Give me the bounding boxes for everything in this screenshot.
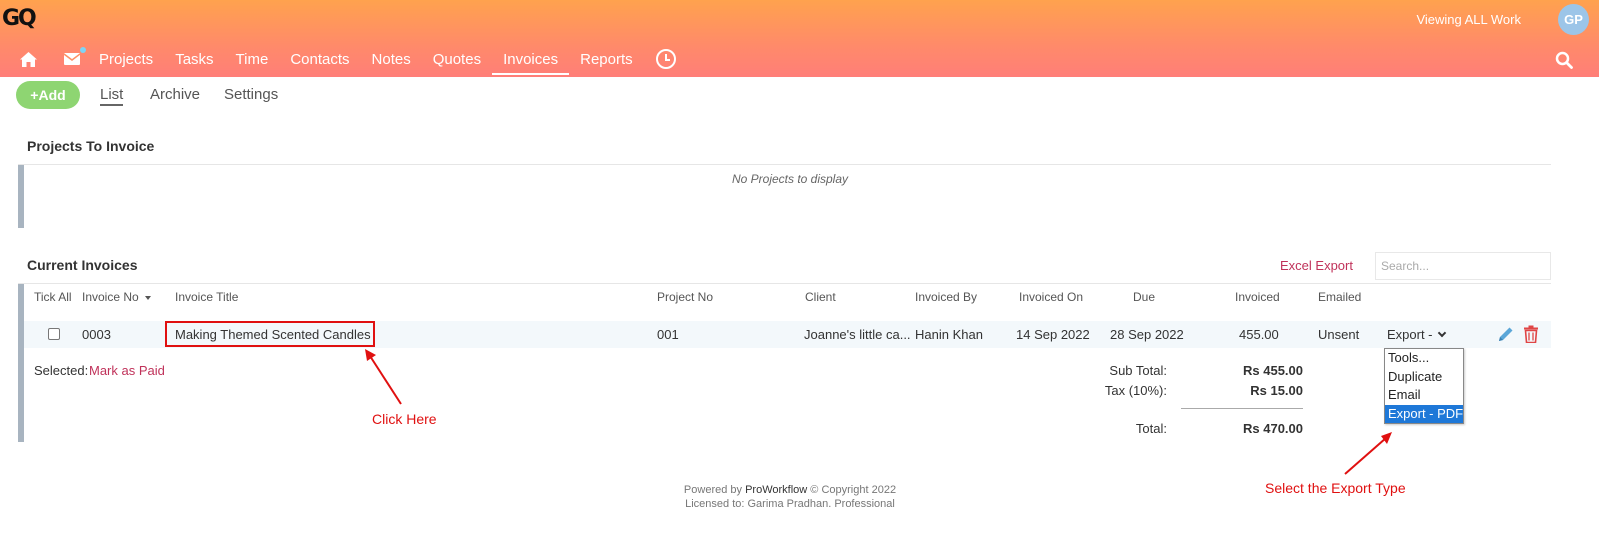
- cell-due: 28 Sep 2022: [1110, 327, 1184, 342]
- add-button-label: Add: [38, 87, 66, 103]
- cell-invoiced-on: 14 Sep 2022: [1016, 327, 1090, 342]
- empty-message: No Projects to display: [731, 172, 849, 186]
- totals-divider: [1181, 408, 1303, 409]
- tax-value: Rs 15.00: [1250, 383, 1303, 398]
- export-select[interactable]: Export -: [1383, 324, 1453, 346]
- cell-project-no: 001: [657, 327, 679, 342]
- tab-archive[interactable]: Archive: [150, 86, 200, 103]
- viewing-filter[interactable]: Viewing ALL Work: [1416, 12, 1521, 27]
- avatar[interactable]: GP: [1558, 4, 1589, 35]
- option-export-pdf[interactable]: Export - PDF: [1385, 404, 1463, 423]
- excel-export-link[interactable]: Excel Export: [1280, 258, 1353, 273]
- col-emailed[interactable]: Emailed: [1318, 290, 1361, 304]
- current-invoices-title: Current Invoices: [27, 257, 138, 273]
- col-project-no[interactable]: Project No: [657, 290, 713, 304]
- main-nav: Projects Tasks Time Contacts Notes Quote…: [0, 44, 676, 77]
- annotation-click-here: Click Here: [372, 411, 437, 427]
- app-logo[interactable]: GQ: [2, 6, 37, 31]
- delete-trash-icon[interactable]: [1523, 325, 1539, 343]
- divider: [18, 283, 1551, 284]
- annotation-arrows: [365, 349, 1392, 475]
- clock-icon[interactable]: [655, 49, 676, 69]
- mail-icon[interactable]: [56, 44, 88, 74]
- tab-list[interactable]: List: [100, 86, 124, 106]
- search-icon[interactable]: [1555, 51, 1573, 69]
- chevron-down-icon: [1437, 328, 1446, 338]
- tab-settings[interactable]: Settings: [224, 86, 278, 103]
- sort-caret-icon: [144, 295, 151, 300]
- cell-invoiced-by: Hanin Khan: [915, 327, 983, 342]
- add-button[interactable]: +Add: [16, 81, 80, 109]
- footer-licensed: Licensed to: Garima Pradhan. Professiona…: [685, 498, 895, 510]
- tax-label: Tax (10%):: [1104, 383, 1167, 398]
- nav-reports[interactable]: Reports: [569, 44, 644, 75]
- divider: [18, 164, 1551, 165]
- selected-label: Selected:: [34, 363, 89, 378]
- col-invoice-title[interactable]: Invoice Title: [175, 290, 238, 304]
- row-checkbox[interactable]: [48, 328, 60, 340]
- nav-projects[interactable]: Projects: [88, 44, 164, 75]
- col-tick-all[interactable]: Tick All: [34, 290, 72, 304]
- footer-copyright: © Copyright 2022: [810, 484, 897, 496]
- cell-invoiced: 455.00: [1239, 327, 1279, 342]
- footer-brand-link[interactable]: ProWorkflow: [745, 484, 807, 496]
- total-label: Total:: [1135, 421, 1167, 436]
- col-invoice-no[interactable]: Invoice No: [82, 290, 151, 304]
- projects-to-invoice-title: Projects To Invoice: [27, 138, 155, 154]
- notification-dot: [80, 47, 86, 53]
- invoice-title-link[interactable]: Making Themed Scented Candles: [175, 327, 371, 342]
- edit-pencil-icon[interactable]: [1497, 325, 1515, 343]
- search-input[interactable]: [1375, 252, 1551, 280]
- cell-emailed: Unsent: [1318, 327, 1360, 342]
- nav-quotes[interactable]: Quotes: [422, 44, 492, 75]
- option-email[interactable]: Email: [1385, 386, 1463, 405]
- cell-invoice-no: 0003: [82, 327, 111, 342]
- export-dropdown: Tools... Duplicate Email Export - PDF: [1384, 348, 1464, 424]
- nav-notes[interactable]: Notes: [361, 44, 422, 75]
- col-invoiced-by[interactable]: Invoiced By: [915, 290, 977, 304]
- sub-total-value: Rs 455.00: [1243, 363, 1303, 378]
- col-invoice-no-label: Invoice No: [82, 290, 139, 304]
- col-invoiced[interactable]: Invoiced: [1235, 290, 1280, 304]
- footer-powered-by: Powered by ProWorkflow © Copyright 2022: [0, 484, 1580, 496]
- sub-total-label: Sub Total:: [1109, 363, 1167, 378]
- nav-invoices[interactable]: Invoices: [492, 44, 570, 75]
- col-client[interactable]: Client: [805, 290, 836, 304]
- option-duplicate[interactable]: Duplicate: [1385, 368, 1463, 387]
- app-header: GQ Viewing ALL Work GP Projects Tasks Ti…: [0, 0, 1599, 77]
- nav-contacts[interactable]: Contacts: [279, 44, 360, 75]
- footer-powered-prefix: Powered by: [683, 484, 743, 496]
- nav-time[interactable]: Time: [225, 44, 280, 75]
- section-bar: [18, 284, 24, 442]
- mark-as-paid-link[interactable]: Mark as Paid: [89, 363, 165, 378]
- option-tools[interactable]: Tools...: [1385, 349, 1463, 368]
- col-invoiced-on[interactable]: Invoiced On: [1019, 290, 1083, 304]
- total-value: Rs 470.00: [1243, 421, 1303, 436]
- cell-client[interactable]: Joanne's little ca...: [804, 327, 911, 342]
- export-select-value: Export -: [1387, 327, 1433, 342]
- home-icon[interactable]: [12, 44, 44, 74]
- col-due[interactable]: Due: [1133, 290, 1155, 304]
- nav-tasks[interactable]: Tasks: [164, 44, 224, 75]
